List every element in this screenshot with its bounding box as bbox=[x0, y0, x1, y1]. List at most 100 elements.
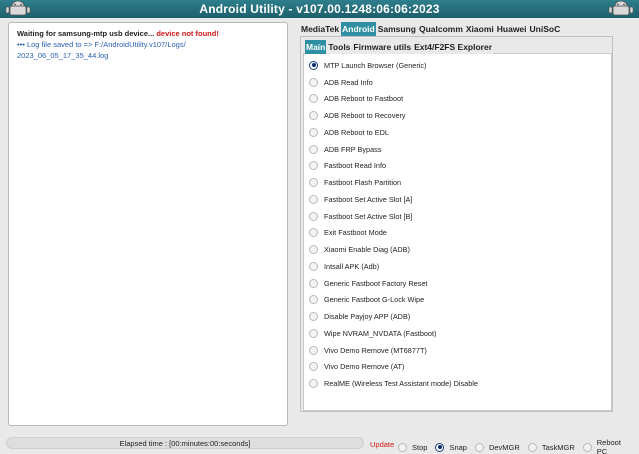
radio-button[interactable] bbox=[582, 442, 592, 452]
option-install-apk[interactable]: Intsall APK (Adb) bbox=[309, 258, 478, 275]
tab-huawei[interactable]: Huawei bbox=[495, 22, 528, 36]
option-label: TaskMGR bbox=[541, 442, 575, 452]
subtab-tools[interactable]: Tools bbox=[327, 40, 352, 54]
option-fastboot-glock-wipe[interactable]: Generic Fastboot G-Lock Wipe bbox=[309, 292, 478, 309]
operation-options: MTP Launch Browser (Generic) ADB Read In… bbox=[309, 57, 478, 392]
option-taskmgr[interactable]: TaskMGR bbox=[527, 442, 575, 452]
option-adb-reboot-edl[interactable]: ADB Reboot to EDL bbox=[309, 124, 478, 141]
option-adb-reboot-fastboot[interactable]: ADB Reboot to Fastboot bbox=[309, 91, 478, 108]
radio-button[interactable] bbox=[309, 111, 318, 121]
log-path-line: ••• Log file saved to => F:/AndroidUtili… bbox=[17, 40, 186, 49]
option-devmgr[interactable]: DevMGR bbox=[474, 442, 520, 452]
option-label: Fastboot Set Active Slot [A] bbox=[324, 194, 413, 204]
option-label: Xiaomi Enable Diag (ADB) bbox=[324, 245, 410, 255]
elapsed-time: Elapsed time : [00:minutes:00:seconds] bbox=[119, 439, 251, 448]
vendor-tabs: MediaTek Android Samsung Qualcomm Xiaomi… bbox=[300, 22, 562, 36]
radio-button[interactable] bbox=[309, 94, 318, 104]
option-fastboot-factory-reset[interactable]: Generic Fastboot Factory Reset bbox=[309, 275, 478, 292]
option-label: Intsall APK (Adb) bbox=[324, 261, 380, 271]
radio-button[interactable] bbox=[309, 211, 318, 221]
option-fastboot-read-info[interactable]: Fastboot Read Info bbox=[309, 158, 478, 175]
option-label: ADB Reboot to Recovery bbox=[324, 111, 406, 121]
radio-button[interactable] bbox=[309, 295, 318, 305]
option-label: Fastboot Set Active Slot [B] bbox=[324, 211, 413, 221]
option-label: ADB FRP Bypass bbox=[324, 144, 382, 154]
option-label: Generic Fastboot Factory Reset bbox=[324, 278, 428, 288]
radio-button[interactable] bbox=[309, 161, 318, 171]
android-subtabs: Main Tools Firmware utils Ext4/F2FS Expl… bbox=[305, 40, 494, 54]
radio-button[interactable] bbox=[309, 261, 318, 271]
option-label: Vivo Demo Remove (AT) bbox=[324, 362, 405, 372]
radio-button[interactable] bbox=[309, 178, 318, 188]
radio-button[interactable] bbox=[309, 60, 318, 70]
option-label: Stop bbox=[412, 442, 428, 452]
radio-button[interactable] bbox=[435, 442, 445, 452]
update-link[interactable]: Update bbox=[370, 440, 394, 449]
option-label: Vivo Demo Remove (MT6877T) bbox=[324, 345, 427, 355]
tab-android[interactable]: Android bbox=[341, 22, 376, 36]
option-adb-reboot-recovery[interactable]: ADB Reboot to Recovery bbox=[309, 107, 478, 124]
option-label: Fastboot Read Info bbox=[324, 161, 387, 171]
option-label: Disable Payjoy APP (ADB) bbox=[324, 312, 411, 322]
status-bar: Elapsed time : [00:minutes:00:seconds] U… bbox=[0, 433, 639, 454]
radio-button[interactable] bbox=[309, 245, 318, 255]
option-disable-payjoy[interactable]: Disable Payjoy APP (ADB) bbox=[309, 308, 478, 325]
radio-button[interactable] bbox=[309, 278, 318, 288]
option-label: Generic Fastboot G-Lock Wipe bbox=[324, 295, 425, 305]
option-vivo-demo-at[interactable]: Vivo Demo Remove (AT) bbox=[309, 359, 478, 376]
option-label: Exit Fastboot Mode bbox=[324, 228, 387, 238]
tab-xiaomi[interactable]: Xiaomi bbox=[464, 22, 495, 36]
option-realme-wta-disable[interactable]: RealME (Wireless Test Assistant mode) Di… bbox=[309, 375, 478, 392]
option-label: Reboot PC bbox=[596, 438, 621, 454]
radio-button[interactable] bbox=[474, 442, 484, 452]
tab-mediatek[interactable]: MediaTek bbox=[300, 22, 341, 36]
option-snap[interactable]: Snap bbox=[435, 442, 467, 452]
option-label: ADB Read Info bbox=[324, 77, 373, 87]
window-title: Android Utility - v107.00.1248:06:06:202… bbox=[199, 2, 440, 16]
radio-button[interactable] bbox=[398, 442, 407, 452]
log-file-name: 2023_06_05_17_35_44.log bbox=[17, 51, 109, 60]
option-mtp-launch-browser[interactable]: MTP Launch Browser (Generic) bbox=[309, 57, 478, 74]
option-label: MTP Launch Browser (Generic) bbox=[324, 60, 427, 70]
option-label: DevMGR bbox=[488, 442, 520, 452]
option-label: Fastboot Flash Partition bbox=[324, 178, 402, 188]
radio-button[interactable] bbox=[309, 312, 318, 322]
log-error-text: device not found! bbox=[156, 29, 219, 38]
radio-button[interactable] bbox=[309, 328, 318, 338]
radio-button[interactable] bbox=[309, 144, 318, 154]
subtab-ext4-f2fs-explorer[interactable]: Ext4/F2FS Explorer bbox=[413, 40, 494, 54]
android-robot-icon bbox=[608, 1, 634, 16]
option-adb-frp-bypass[interactable]: ADB FRP Bypass bbox=[309, 141, 478, 158]
radio-button[interactable] bbox=[309, 345, 318, 355]
option-fastboot-slot-b[interactable]: Fastboot Set Active Slot [B] bbox=[309, 208, 478, 225]
radio-button[interactable] bbox=[309, 194, 318, 204]
bottom-options: Stop Snap DevMGR TaskMGR Reboot PC bbox=[398, 438, 639, 454]
radio-button[interactable] bbox=[309, 228, 318, 238]
option-exit-fastboot[interactable]: Exit Fastboot Mode bbox=[309, 225, 478, 242]
option-label: ADB Reboot to Fastboot bbox=[324, 94, 404, 104]
log-panel[interactable]: Waiting for samsung-mtp usb device... de… bbox=[8, 22, 288, 426]
radio-button[interactable] bbox=[527, 442, 537, 452]
radio-button[interactable] bbox=[309, 362, 318, 372]
option-label: Wipe NVRAM_NVDATA (Fastboot) bbox=[324, 328, 437, 338]
subtab-main[interactable]: Main bbox=[305, 40, 327, 54]
option-label: Snap bbox=[449, 442, 467, 452]
option-vivo-demo-mt6877t[interactable]: Vivo Demo Remove (MT6877T) bbox=[309, 342, 478, 359]
tab-qualcomm[interactable]: Qualcomm bbox=[417, 22, 464, 36]
radio-button[interactable] bbox=[309, 127, 318, 137]
option-reboot-pc[interactable]: Reboot PC bbox=[582, 438, 631, 454]
option-adb-read-info[interactable]: ADB Read Info bbox=[309, 74, 478, 91]
title-bar: Android Utility - v107.00.1248:06:06:202… bbox=[0, 0, 639, 18]
option-fastboot-slot-a[interactable]: Fastboot Set Active Slot [A] bbox=[309, 191, 478, 208]
option-label: RealME (Wireless Test Assistant mode) Di… bbox=[324, 379, 478, 389]
radio-button[interactable] bbox=[309, 77, 318, 87]
tab-unisoc[interactable]: UniSoC bbox=[528, 22, 562, 36]
radio-button[interactable] bbox=[309, 379, 318, 389]
option-fastboot-flash-partition[interactable]: Fastboot Flash Partition bbox=[309, 174, 478, 191]
option-label: ADB Reboot to EDL bbox=[324, 127, 389, 137]
option-stop[interactable]: Stop bbox=[398, 442, 428, 452]
option-xiaomi-enable-diag[interactable]: Xiaomi Enable Diag (ADB) bbox=[309, 241, 478, 258]
tab-samsung[interactable]: Samsung bbox=[376, 22, 417, 36]
subtab-firmware-utils[interactable]: Firmware utils bbox=[352, 40, 413, 54]
option-wipe-nvram[interactable]: Wipe NVRAM_NVDATA (Fastboot) bbox=[309, 325, 478, 342]
